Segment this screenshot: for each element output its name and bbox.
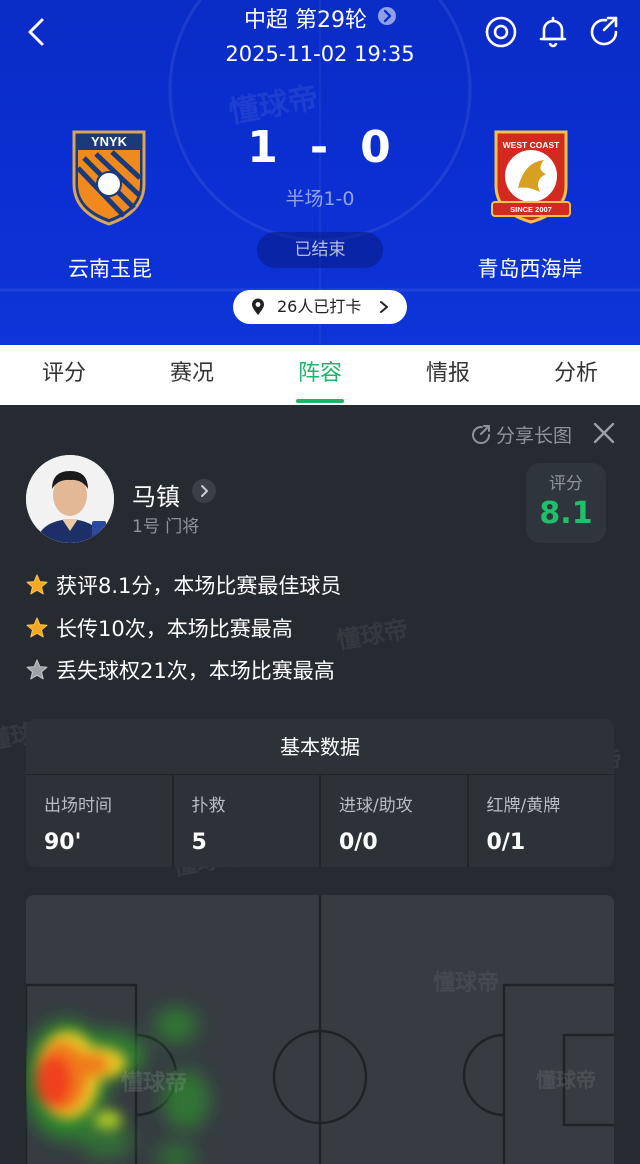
highlight-item: 长传10次，本场比赛最高 — [26, 614, 293, 644]
target-follow-icon[interactable] — [483, 14, 519, 50]
watermark: 懂球帝 — [334, 614, 411, 656]
heatmap-pitch: 懂球帝 懂球帝 懂球帝 — [26, 895, 614, 1164]
stat-value: 0/0 — [339, 830, 378, 855]
tab-intel[interactable]: 情报 — [384, 345, 512, 405]
highlight-text: 长传10次，本场比赛最高 — [56, 617, 293, 641]
share-long-image-button[interactable]: 分享长图 — [470, 421, 572, 448]
chevron-right-icon[interactable] — [192, 479, 216, 503]
player-detail-panel: 懂球帝 懂球帝 懂球帝 懂球帝 分享长图 马镇 1号 门将 评分 8.1 — [0, 405, 640, 1164]
checkin-label: 26人已打卡 — [277, 297, 362, 316]
highlight-text: 获评8.1分，本场比赛最佳球员 — [56, 574, 342, 598]
stat-goals-assists: 进球/助攻 0/0 — [321, 775, 469, 867]
away-score: 0 — [360, 122, 393, 173]
stat-minutes: 出场时间 90' — [26, 775, 174, 867]
silver-star-icon — [26, 659, 48, 680]
halftime-score: 半场1-0 — [285, 188, 355, 210]
watermark: 懂球帝 — [121, 1070, 187, 1096]
highlight-item: 丢失球权21次，本场比赛最高 — [26, 656, 335, 686]
tab-rating[interactable]: 评分 — [0, 345, 128, 405]
share-long-image-label: 分享长图 — [495, 425, 572, 447]
gold-star-icon — [26, 574, 48, 595]
tab-live[interactable]: 赛况 — [128, 345, 256, 405]
tab-lineup[interactable]: 阵容 — [256, 345, 384, 405]
player-name[interactable]: 马镇 — [132, 477, 180, 512]
highlight-item: 获评8.1分，本场比赛最佳球员 — [26, 571, 341, 601]
stat-value: 90' — [44, 830, 82, 855]
rating-label: 评分 — [549, 474, 583, 494]
location-pin-icon — [252, 298, 264, 315]
match-tabs: 评分 赛况 阵容 情报 分析 — [0, 345, 640, 405]
home-score: 1 — [247, 122, 280, 173]
match-status-badge: 已结束 — [257, 232, 383, 268]
share-icon — [471, 425, 490, 444]
chevron-right-icon — [378, 7, 396, 25]
stat-label: 红牌/黄牌 — [486, 796, 561, 816]
player-number-position: 1号 门将 — [132, 517, 200, 537]
watermark: 懂球帝 — [536, 1068, 596, 1092]
stat-saves: 扑救 5 — [174, 775, 321, 867]
stat-label: 出场时间 — [44, 796, 112, 816]
away-team-name[interactable]: 青岛西海岸 — [430, 253, 630, 283]
score: 1-0 — [0, 122, 640, 173]
match-header: 懂球帝 中超 第29轮 2025-11-02 19:35 YNYK WEST C… — [0, 0, 640, 345]
share-icon[interactable] — [586, 14, 622, 50]
tab-analysis[interactable]: 分析 — [512, 345, 640, 405]
watermark: 懂球帝 — [433, 970, 499, 996]
player-avatar — [26, 455, 114, 543]
bell-icon[interactable] — [535, 14, 571, 50]
home-team-name[interactable]: 云南玉昆 — [10, 253, 210, 283]
player-rating-badge: 评分 8.1 — [526, 463, 606, 543]
rating-value: 8.1 — [539, 496, 593, 531]
close-icon[interactable] — [592, 421, 616, 445]
stat-value: 0/1 — [486, 830, 526, 855]
stats-title: 基本数据 — [26, 719, 614, 775]
heatmap: 懂球帝 懂球帝 懂球帝 — [26, 895, 614, 1164]
stat-value: 5 — [191, 830, 207, 855]
chevron-right-icon — [380, 301, 388, 313]
basic-stats-card: 基本数据 出场时间 90' 扑救 5 进球/助攻 0/0 红牌/黄牌 0/1 — [26, 719, 614, 867]
highlight-text: 丢失球权21次，本场比赛最高 — [56, 659, 335, 683]
score-separator: - — [309, 122, 331, 173]
gold-star-icon — [26, 617, 48, 638]
stat-cards: 红牌/黄牌 0/1 — [469, 775, 615, 867]
stat-label: 进球/助攻 — [339, 796, 413, 816]
checkin-button[interactable]: 26人已打卡 — [233, 290, 407, 324]
stat-label: 扑救 — [191, 796, 226, 816]
league-round-text: 中超 第29轮 — [244, 8, 367, 33]
